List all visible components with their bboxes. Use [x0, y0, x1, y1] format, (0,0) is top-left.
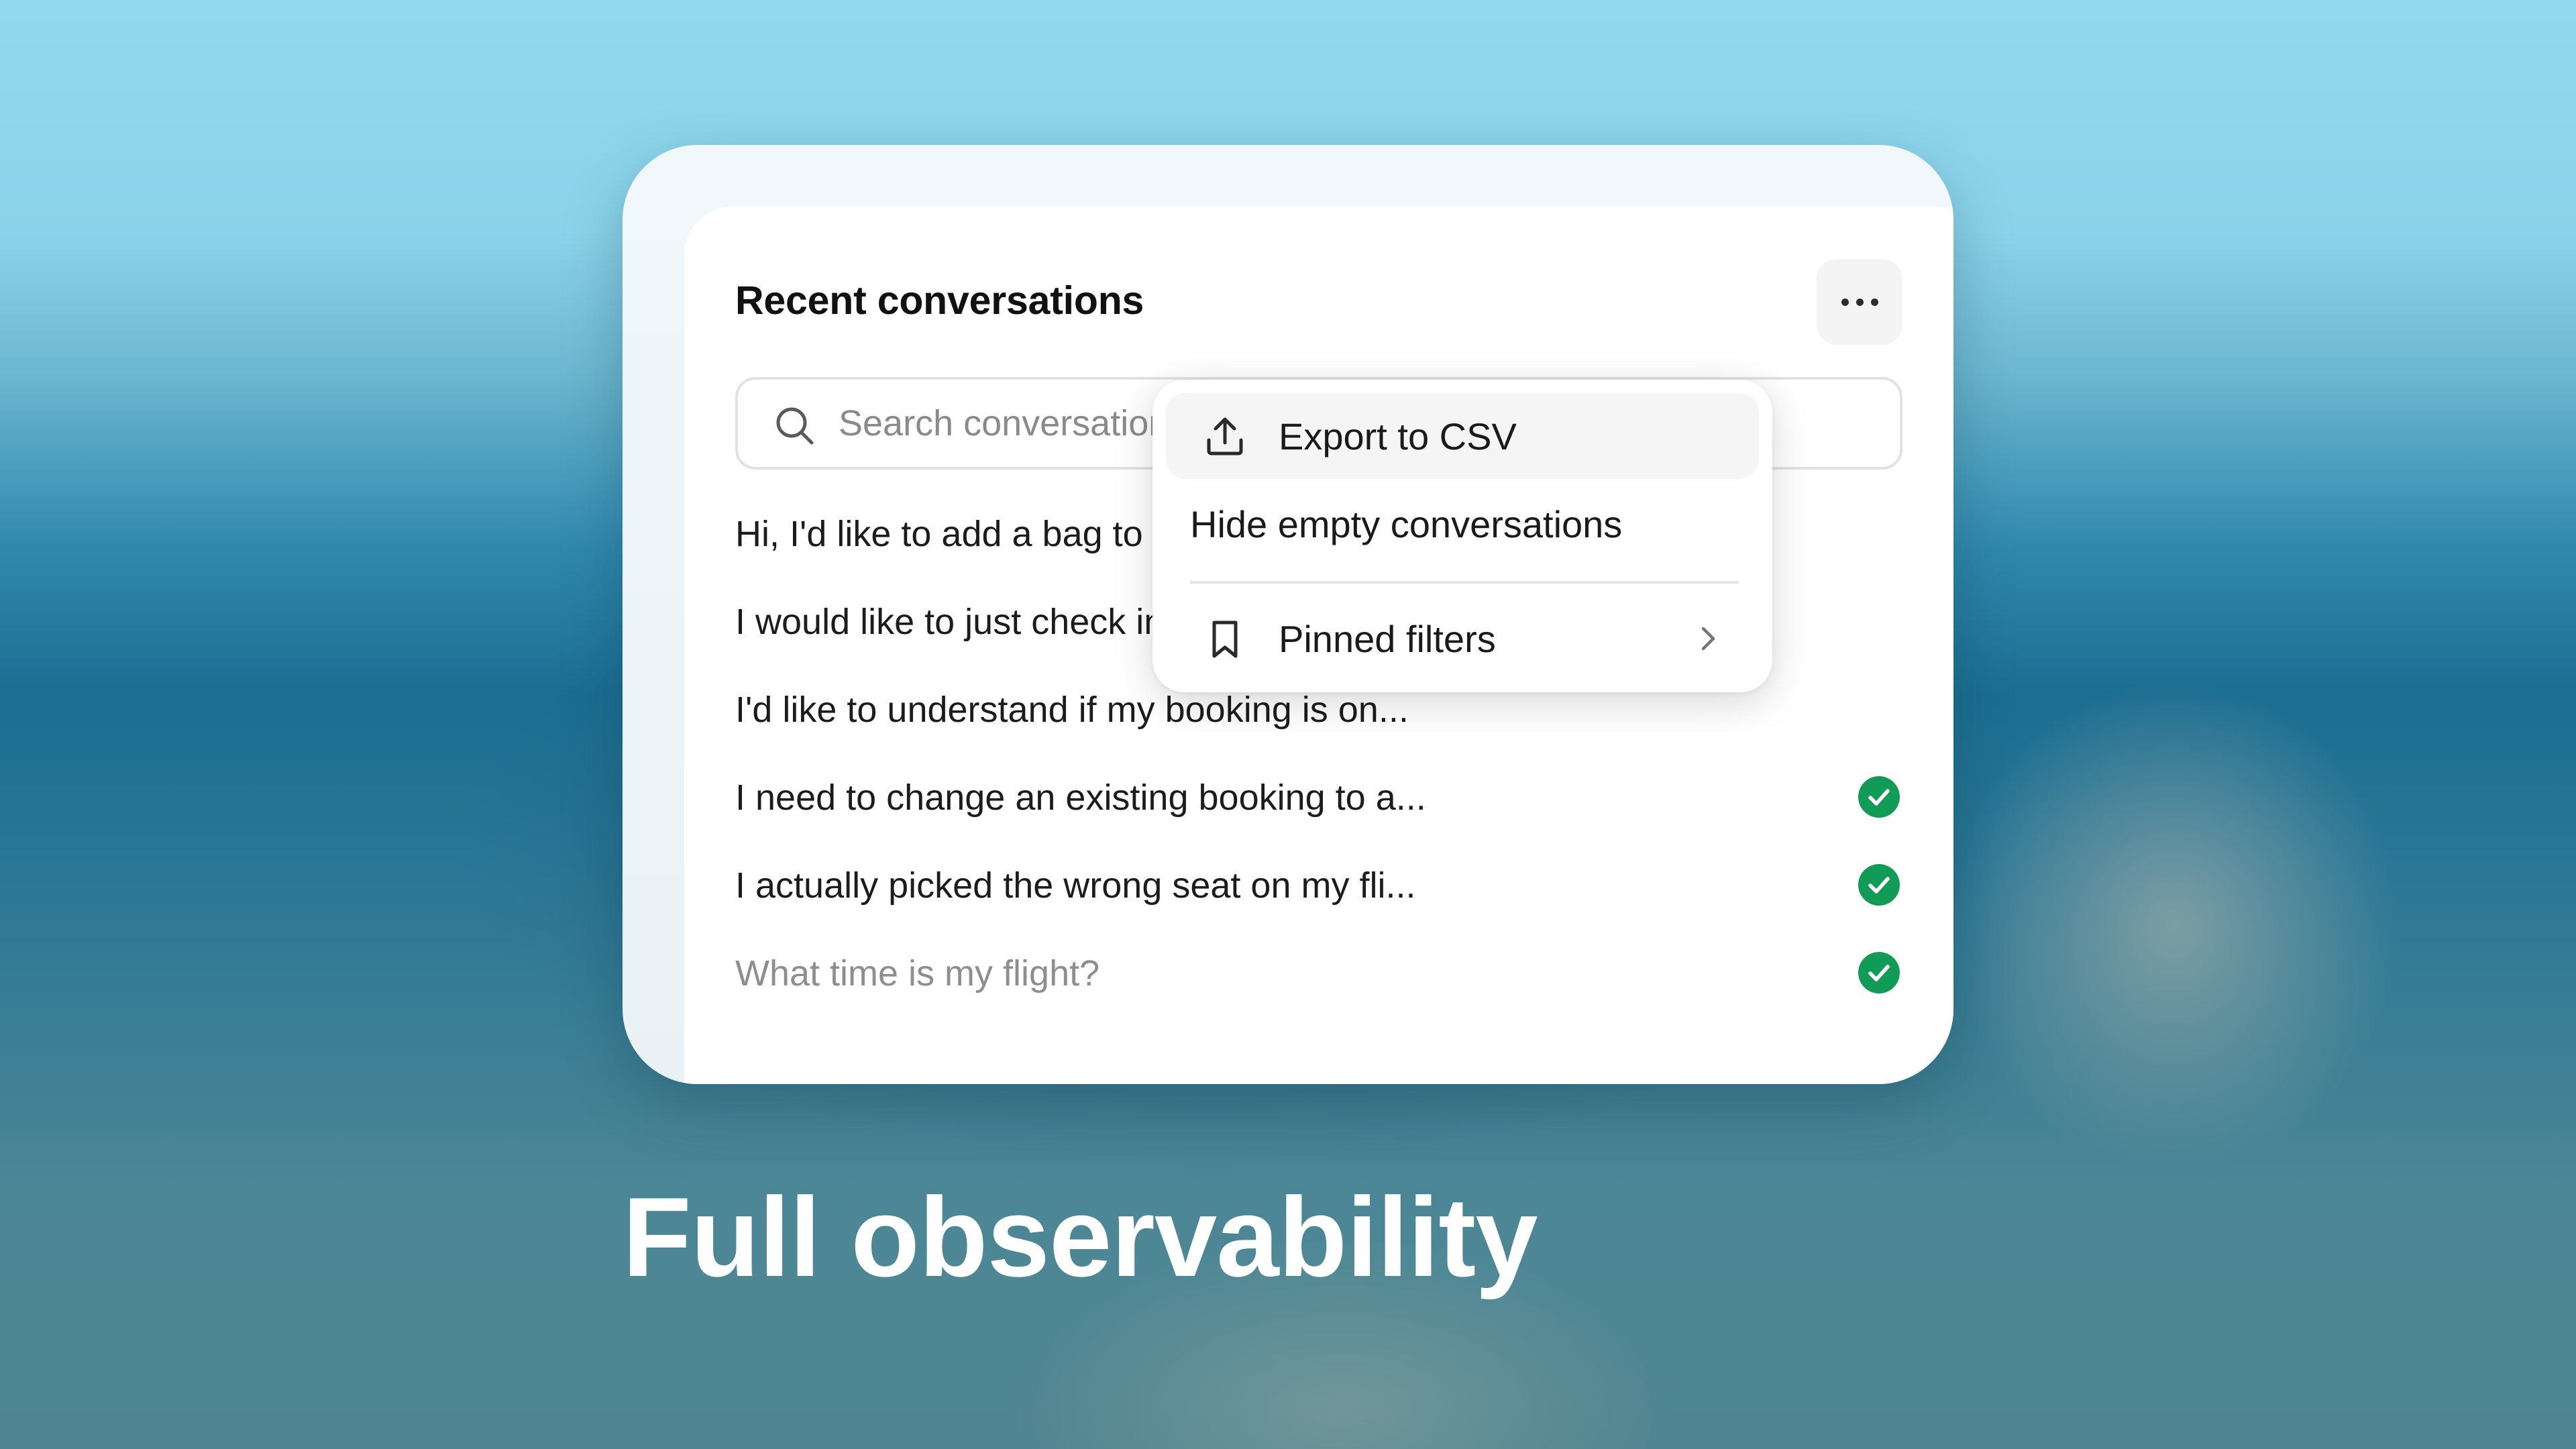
menu-item-label: Pinned filters: [1279, 617, 1496, 660]
menu-item-hide-empty[interactable]: Hide empty conversations: [1190, 480, 1622, 568]
menu-item-label: Export to CSV: [1279, 415, 1517, 458]
chevron-right-icon: [1701, 627, 1715, 651]
upload-icon: [1207, 417, 1243, 455]
conversation-item[interactable]: What time is my flight?: [735, 929, 1902, 1017]
check-circle-icon: [1858, 952, 1900, 994]
menu-divider: [1190, 581, 1739, 584]
options-dropdown-menu: Export to CSV Hide empty conversations P…: [1152, 380, 1772, 692]
conversation-text: I actually picked the wrong seat on my f…: [735, 865, 1416, 906]
search-icon: [776, 407, 814, 445]
headline: Full observability: [623, 1174, 1538, 1300]
card-title: Recent conversations: [735, 278, 1144, 323]
conversation-text: I need to change an existing booking to …: [735, 777, 1426, 818]
bookmark-icon: [1212, 621, 1238, 658]
menu-item-label: Hide empty conversations: [1190, 502, 1623, 545]
conversation-text: What time is my flight?: [735, 953, 1100, 994]
more-options-button[interactable]: [1817, 259, 1902, 345]
more-horizontal-icon: [1841, 298, 1878, 306]
check-circle-icon: [1858, 776, 1900, 818]
conversation-text: I'd like to understand if my booking is …: [735, 689, 1409, 730]
conversation-item[interactable]: I need to change an existing booking to …: [735, 753, 1902, 841]
menu-item-pinned-filters[interactable]: Pinned filters: [1166, 596, 1759, 682]
menu-item-export-csv[interactable]: Export to CSV: [1166, 393, 1759, 479]
check-circle-icon: [1858, 864, 1900, 906]
conversation-item[interactable]: I actually picked the wrong seat on my f…: [735, 841, 1902, 929]
